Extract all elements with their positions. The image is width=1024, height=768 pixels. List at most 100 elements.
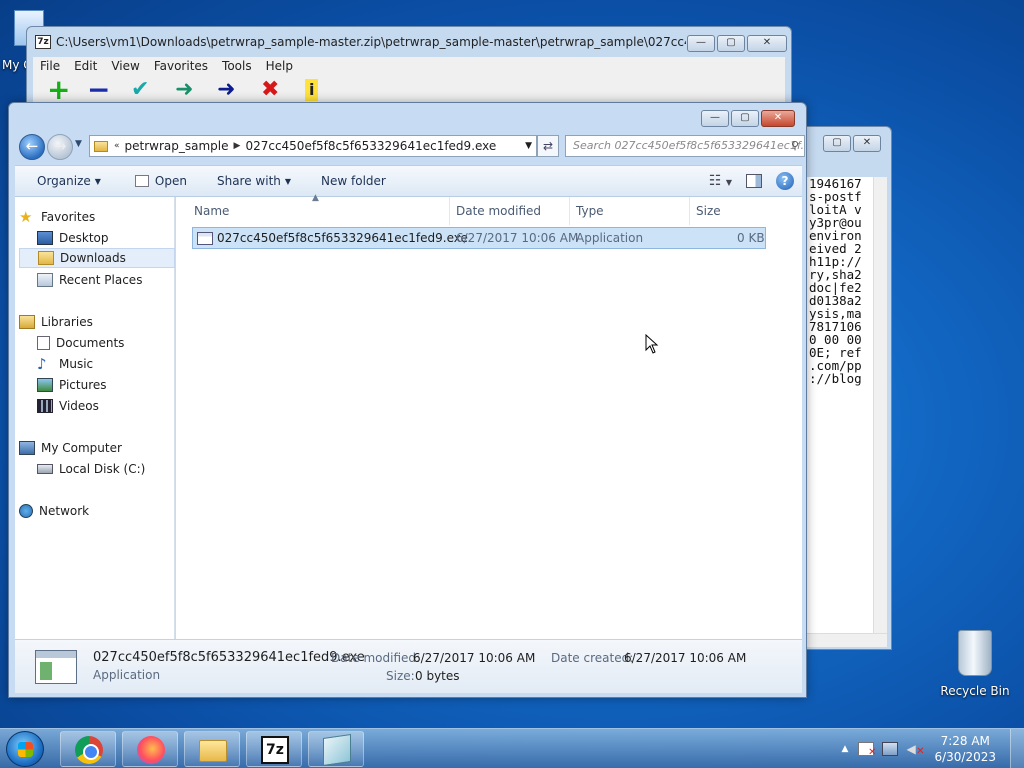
nav-recent-places[interactable]: Recent Places [37,270,171,290]
clock[interactable]: 7:28 AM 6/30/2023 [926,733,1010,765]
network-status-icon[interactable] [882,742,899,756]
desktop-icon-recycle-bin[interactable]: Recycle Bin [940,630,1010,698]
delete-icon[interactable]: ✖ [261,79,279,101]
explorer-window[interactable]: — ▢ ✕ ← → ▼ « petrwrap_sample ▶ 027cc450… [8,102,807,698]
sevenzip-titlebar[interactable]: 7z C:\Users\vm1\Downloads\petrwrap_sampl… [27,27,791,57]
address-dropdown-icon[interactable]: ▼ [525,141,532,151]
change-view-icon[interactable]: ☷ ▼ [709,173,732,189]
close-button[interactable]: ✕ [747,35,787,52]
organize-button[interactable]: Organize ▼ [15,174,111,188]
maximize-button[interactable]: ▢ [717,35,745,52]
maximize-button[interactable]: ▢ [823,135,851,152]
explorer-titlebar[interactable] [9,103,806,131]
notepad-icon [323,734,351,766]
column-header-type[interactable]: Type [570,197,690,225]
breadcrumb-exe[interactable]: 027cc450ef5f8c5f653329641ec1fed9.exe [240,139,501,153]
new-folder-button[interactable]: New folder [311,174,396,188]
add-icon[interactable]: + [47,76,70,104]
column-header-name[interactable]: Name [188,197,450,225]
copy-icon[interactable]: ➜ [175,79,193,101]
nav-documents[interactable]: Documents [37,333,171,353]
share-with-button[interactable]: Share with ▼ [207,174,301,188]
back-button[interactable]: ← [19,134,45,160]
taskbar-notepad-button[interactable] [308,731,364,767]
recycle-bin-icon [958,630,992,676]
show-hidden-icons-button[interactable]: ▲ [842,744,849,754]
nav-my-computer[interactable]: My Computer [19,438,171,458]
nav-label: Network [39,504,90,518]
folder-icon [94,140,108,152]
move-icon[interactable]: ➜ [217,79,235,101]
clock-time: 7:28 AM [940,734,990,748]
nav-libraries[interactable]: Libraries [19,312,171,332]
breadcrumb-petrwrap-sample[interactable]: petrwrap_sample [120,139,234,153]
menu-tools[interactable]: Tools [215,57,259,75]
nav-desktop[interactable]: Desktop [37,228,171,248]
notepad-text-area[interactable]: 1946167 s-postf loitA v y3pr@ou environ … [807,177,887,647]
videos-icon [37,399,53,413]
taskbar-firefox-button[interactable] [122,731,178,767]
close-button[interactable]: ✕ [761,110,795,127]
nav-label: Music [59,357,94,371]
application-icon [134,175,149,187]
volume-muted-icon[interactable]: ◀ ✕ [906,742,924,757]
new-folder-label: New folder [321,174,386,188]
file-name: 027cc450ef5f8c5f653329641ec1fed9.exe [217,231,468,245]
nav-label: Pictures [59,378,107,392]
breadcrumb-separator-icon[interactable]: ▶ [234,141,241,151]
preview-pane-icon[interactable] [746,174,762,188]
info-icon[interactable]: i [305,79,319,101]
column-header-size[interactable]: Size [690,197,770,225]
desktop-icon-label: Recycle Bin [940,684,1010,698]
nav-videos[interactable]: Videos [37,396,171,416]
column-header-date-modified[interactable]: Date modified [450,197,570,225]
downloads-folder-icon [38,251,54,265]
action-center-icon[interactable]: ✕ [858,742,876,758]
vertical-scrollbar[interactable] [873,177,887,633]
open-button[interactable]: Open [125,174,197,188]
start-button[interactable] [6,731,44,767]
nav-network[interactable]: Network [19,501,171,521]
address-bar[interactable]: « petrwrap_sample ▶ 027cc450ef5f8c5f6533… [89,135,537,157]
minimize-button[interactable]: — [701,110,729,127]
file-list[interactable]: ▲ Name Date modified Type Size 027cc450e… [176,193,802,639]
taskbar-7zip-button[interactable]: 7z [246,731,302,767]
test-icon[interactable]: ✔ [131,79,149,101]
table-row[interactable]: 027cc450ef5f8c5f653329641ec1fed9.exe 6/2… [192,227,766,249]
help-icon[interactable]: ? [776,172,794,190]
menu-view[interactable]: View [104,57,146,75]
maximize-button[interactable]: ▢ [731,110,759,127]
pictures-icon [37,378,53,392]
menu-favorites[interactable]: Favorites [147,57,215,75]
nav-music[interactable]: ♪ Music [37,354,171,374]
horizontal-scrollbar[interactable] [807,633,887,647]
close-button[interactable]: ✕ [853,135,881,152]
network-icon [19,504,33,518]
nav-label: Libraries [41,315,93,329]
organize-label: Organize [37,174,91,188]
menu-help[interactable]: Help [259,57,300,75]
chevron-down-icon: ▼ [94,176,101,186]
nav-favorites[interactable]: ★ Favorites [19,207,171,227]
search-input[interactable]: Search 027cc450ef5f8c5f653329641ec1f... … [565,135,805,157]
taskbar-explorer-button[interactable] [184,731,240,767]
refresh-button[interactable]: ⇄ [537,135,559,157]
mouse-cursor-icon [645,334,659,354]
forward-button[interactable]: → [47,134,73,160]
nav-local-disk[interactable]: Local Disk (C:) [37,459,171,479]
firefox-icon [137,736,165,764]
nav-downloads[interactable]: Downloads [19,248,175,268]
search-icon: ⚲ [790,139,799,152]
extract-icon[interactable]: − [87,76,110,104]
nav-pictures[interactable]: Pictures [37,375,171,395]
show-desktop-button[interactable] [1010,729,1024,768]
taskbar-chrome-button[interactable] [60,731,116,767]
music-icon: ♪ [37,355,47,373]
computer-icon [19,441,35,455]
details-size-label: Size: [386,669,415,683]
system-tray: ▲ ✕ ◀ ✕ 7:28 AM 6/30/2023 [842,729,1024,768]
recent-pages-dropdown[interactable]: ▼ [75,139,82,149]
notepad-window[interactable]: ▢ ✕ 1946167 s-postf loitA v y3pr@ou envi… [800,126,892,650]
minimize-button[interactable]: — [687,35,715,52]
details-type: Application [93,668,161,682]
